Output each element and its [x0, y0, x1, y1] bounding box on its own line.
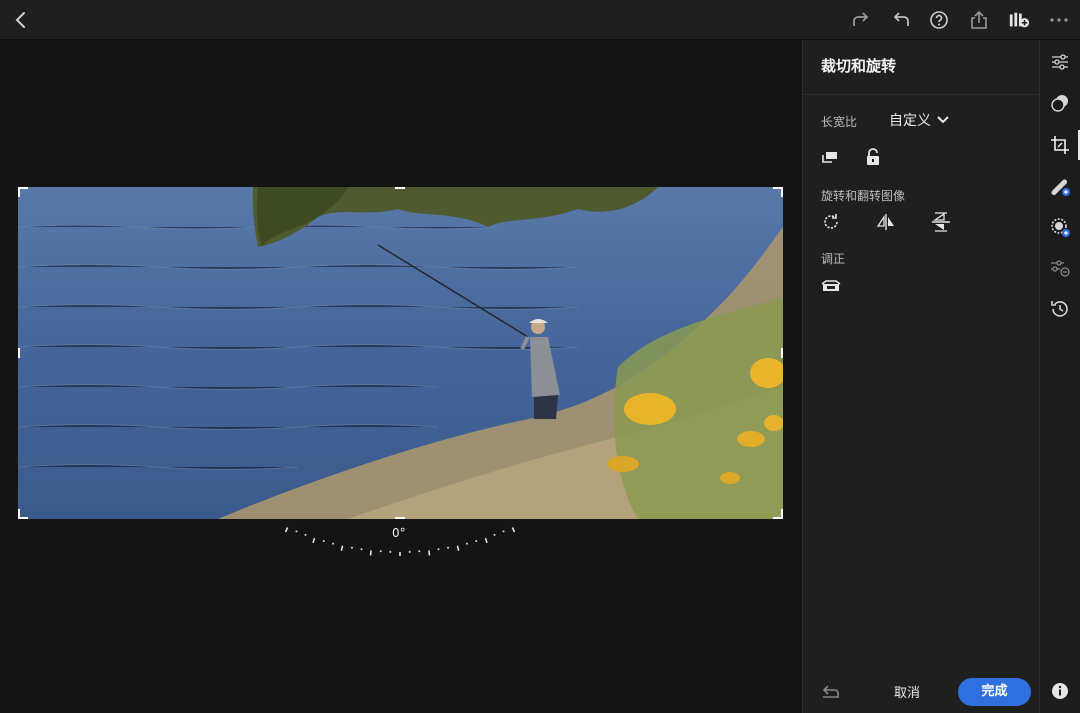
panel-title: 裁切和旋转 [821, 57, 897, 75]
tool-rail [1039, 40, 1080, 713]
dial-major-tick [511, 527, 516, 533]
presets-icon[interactable] [1049, 92, 1071, 114]
crop-handle-bottom-left[interactable] [18, 509, 28, 519]
info-icon[interactable] [1049, 680, 1071, 702]
crop-handle-top[interactable] [395, 187, 405, 189]
dial-minor-tick [493, 533, 496, 536]
dial-major-tick [456, 545, 460, 551]
crop-handle-left[interactable] [18, 348, 20, 358]
share-icon[interactable] [968, 9, 990, 31]
dial-major-tick [284, 527, 289, 533]
dial-minor-tick [389, 550, 392, 553]
reset-icon[interactable] [820, 681, 842, 703]
straighten-label: 调正 [821, 252, 846, 266]
back-icon[interactable] [10, 9, 32, 31]
flip-horizontal-icon[interactable] [875, 211, 897, 233]
dial-minor-tick [332, 542, 335, 545]
aspect-orientation-icon[interactable] [819, 146, 841, 168]
dial-major-tick [369, 550, 372, 556]
rotate-flip-label: 旋转和翻转图像 [821, 189, 906, 203]
versions-icon[interactable] [1049, 257, 1071, 279]
dial-minor-tick [465, 542, 468, 545]
dial-minor-tick [295, 530, 298, 533]
healing-icon[interactable] [1049, 175, 1071, 197]
more-icon[interactable] [1048, 9, 1070, 31]
photo-scene [18, 187, 783, 519]
dial-minor-tick [379, 550, 382, 553]
add-to-album-icon[interactable] [1008, 9, 1030, 31]
redo-icon[interactable] [850, 9, 872, 31]
dial-major-tick [428, 550, 431, 556]
photo-canvas: 0° [0, 40, 802, 713]
chevron-down-icon [937, 116, 949, 124]
dial-minor-tick [360, 548, 363, 551]
dial-minor-tick [350, 546, 353, 549]
dial-minor-tick [437, 548, 440, 551]
divider [803, 94, 1040, 95]
dial-major-tick [340, 545, 344, 551]
masking-icon[interactable] [1049, 216, 1071, 238]
rotate-icon[interactable] [820, 211, 842, 233]
dial-minor-tick [502, 530, 505, 533]
dial-minor-tick [304, 533, 307, 536]
done-button[interactable]: 完成 [958, 678, 1031, 706]
crop-handle-top-right[interactable] [773, 187, 783, 197]
crop-handle-top-left[interactable] [18, 187, 28, 197]
crop-handle-bottom-right[interactable] [773, 509, 783, 519]
flip-vertical-icon[interactable] [930, 211, 952, 233]
dial-minor-tick [447, 546, 450, 549]
aspect-ratio-value: 自定义 [889, 113, 931, 129]
help-icon[interactable] [928, 9, 950, 31]
auto-straighten-icon[interactable] [820, 275, 842, 297]
dial-minor-tick [418, 550, 421, 553]
aspect-ratio-select[interactable]: 自定义 [889, 110, 949, 130]
app-window: 0° 裁切和旋转 长宽比 自定义 旋转和翻转图像 调正 取消 完成 [0, 0, 1080, 713]
cancel-button[interactable]: 取消 [883, 682, 931, 701]
dial-minor-tick [408, 550, 411, 553]
lock-open-icon[interactable] [862, 146, 884, 168]
crop-handle-right[interactable] [781, 348, 783, 358]
history-icon[interactable] [1049, 298, 1071, 320]
crop-icon[interactable] [1049, 134, 1071, 156]
undo-icon[interactable] [890, 9, 912, 31]
dial-minor-tick [475, 540, 478, 543]
rotation-dial[interactable] [280, 522, 520, 556]
photo-image[interactable] [18, 187, 783, 519]
top-toolbar [0, 0, 1080, 40]
edit-sliders-icon[interactable] [1049, 51, 1071, 73]
crop-rotate-panel: 裁切和旋转 长宽比 自定义 旋转和翻转图像 调正 取消 完成 [802, 40, 1040, 713]
crop-handle-bottom[interactable] [395, 517, 405, 519]
dial-major-tick [484, 537, 488, 544]
aspect-ratio-label: 长宽比 [821, 115, 858, 129]
dial-major-tick [312, 537, 316, 544]
dial-minor-tick [322, 540, 325, 543]
